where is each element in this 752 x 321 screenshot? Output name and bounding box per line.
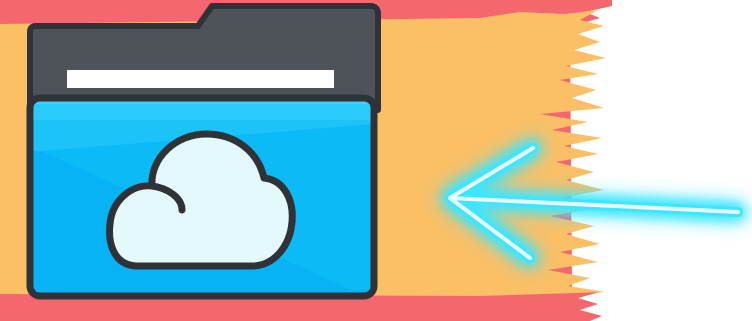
arrow-left-icon <box>441 139 747 267</box>
illustration-svg <box>0 0 747 321</box>
folder-label-strip <box>67 70 334 88</box>
illustration-canvas <box>0 0 752 321</box>
